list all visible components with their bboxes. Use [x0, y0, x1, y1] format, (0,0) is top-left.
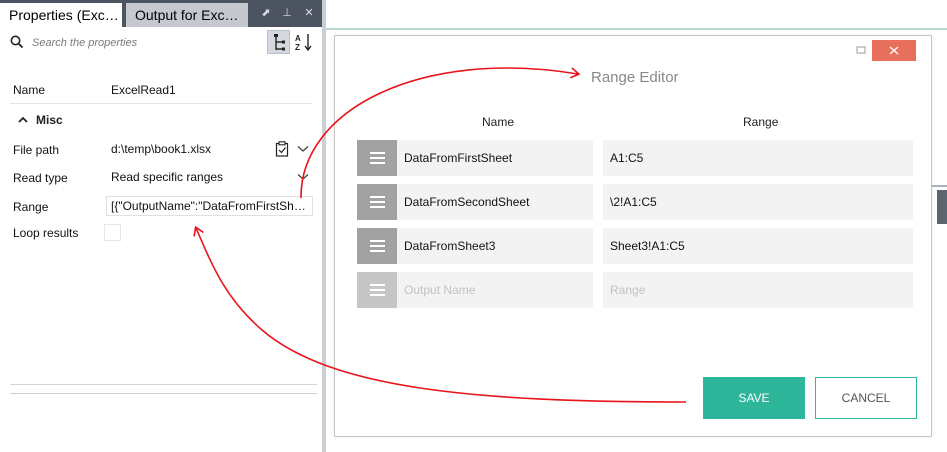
tab-output[interactable]: Output for Exc…	[126, 3, 248, 27]
float-icon[interactable]: ⬈	[259, 5, 273, 21]
scrollbar-thumb[interactable]	[937, 190, 947, 224]
alpha-sort-icon: A Z	[295, 34, 312, 52]
dialog-title: Range Editor	[591, 69, 679, 86]
svg-text:A: A	[295, 34, 301, 43]
read-type-value: Read specific ranges	[111, 170, 224, 184]
file-path-label: File path	[13, 143, 60, 157]
properties-pane: Properties (Exc… Output for Exc… ⬈ ⊥ ✕ S…	[0, 0, 322, 452]
chevron-up-icon[interactable]	[17, 114, 29, 126]
tab-properties[interactable]: Properties (Exc…	[0, 3, 122, 27]
drag-handle-icon[interactable]	[357, 184, 397, 220]
sort-by-category-button[interactable]	[267, 30, 290, 54]
file-path-value: d:\temp\book1.xlsx	[111, 142, 212, 156]
app-window: Properties (Exc… Output for Exc… ⬈ ⊥ ✕ S…	[0, 0, 947, 452]
read-type-select[interactable]: Read specific ranges	[106, 167, 313, 187]
output-name-field[interactable]: DataFromSecondSheet	[397, 184, 593, 220]
column-header-name: Name	[482, 115, 515, 129]
cancel-button[interactable]: CANCEL	[815, 377, 917, 419]
close-button[interactable]	[872, 40, 916, 61]
range-editor-dialog: Range Editor Name Range DataFromFirstShe…	[334, 35, 932, 437]
search-input[interactable]	[32, 33, 252, 52]
sort-alphabetically-button[interactable]: A Z	[292, 30, 315, 54]
pane-splitter[interactable]	[322, 0, 326, 452]
loop-results-label: Loop results	[13, 226, 79, 240]
loop-results-checkbox[interactable]	[104, 224, 121, 241]
output-name-input[interactable]: Output Name	[397, 272, 593, 308]
name-label: Name	[13, 83, 46, 97]
drag-handle-icon[interactable]	[357, 140, 397, 176]
range-label: Range	[13, 200, 49, 214]
misc-section-header[interactable]: Misc	[36, 113, 63, 127]
range-field[interactable]: A1:C5	[603, 140, 913, 176]
tree-sort-icon	[274, 34, 285, 51]
tab-bar: Properties (Exc… Output for Exc… ⬈ ⊥ ✕	[0, 0, 322, 27]
chevron-down-icon[interactable]	[297, 173, 309, 181]
close-icon	[889, 46, 899, 55]
clipboard-icon[interactable]	[275, 141, 289, 157]
column-header-range: Range	[743, 115, 779, 129]
svg-text:Z: Z	[295, 43, 300, 52]
editor-border	[326, 28, 947, 30]
search-icon	[10, 35, 24, 49]
range-input[interactable]: Range	[603, 272, 913, 308]
tab-close-icon[interactable]: ✕	[302, 5, 316, 21]
range-field[interactable]: [{"OutputName":"DataFromFirstSh…	[106, 196, 313, 216]
drag-handle-icon[interactable]	[357, 272, 397, 308]
drag-handle-icon[interactable]	[357, 228, 397, 264]
read-type-label: Read type	[13, 171, 68, 185]
save-button[interactable]: SAVE	[703, 377, 805, 419]
divider	[930, 185, 947, 187]
name-field[interactable]: ExcelRead1	[106, 80, 313, 100]
output-name-field[interactable]: DataFromFirstSheet	[397, 140, 593, 176]
output-name-field[interactable]: DataFromSheet3	[397, 228, 593, 264]
divider	[10, 103, 312, 104]
pin-icon[interactable]: ⊥	[280, 5, 294, 21]
maximize-icon[interactable]	[855, 44, 867, 56]
chevron-down-icon[interactable]	[297, 145, 309, 153]
editor-tab-strip	[326, 0, 947, 27]
range-field[interactable]: \2!A1:C5	[603, 184, 913, 220]
divider	[10, 384, 317, 385]
divider	[10, 393, 317, 394]
range-field[interactable]: Sheet3!A1:C5	[603, 228, 913, 264]
